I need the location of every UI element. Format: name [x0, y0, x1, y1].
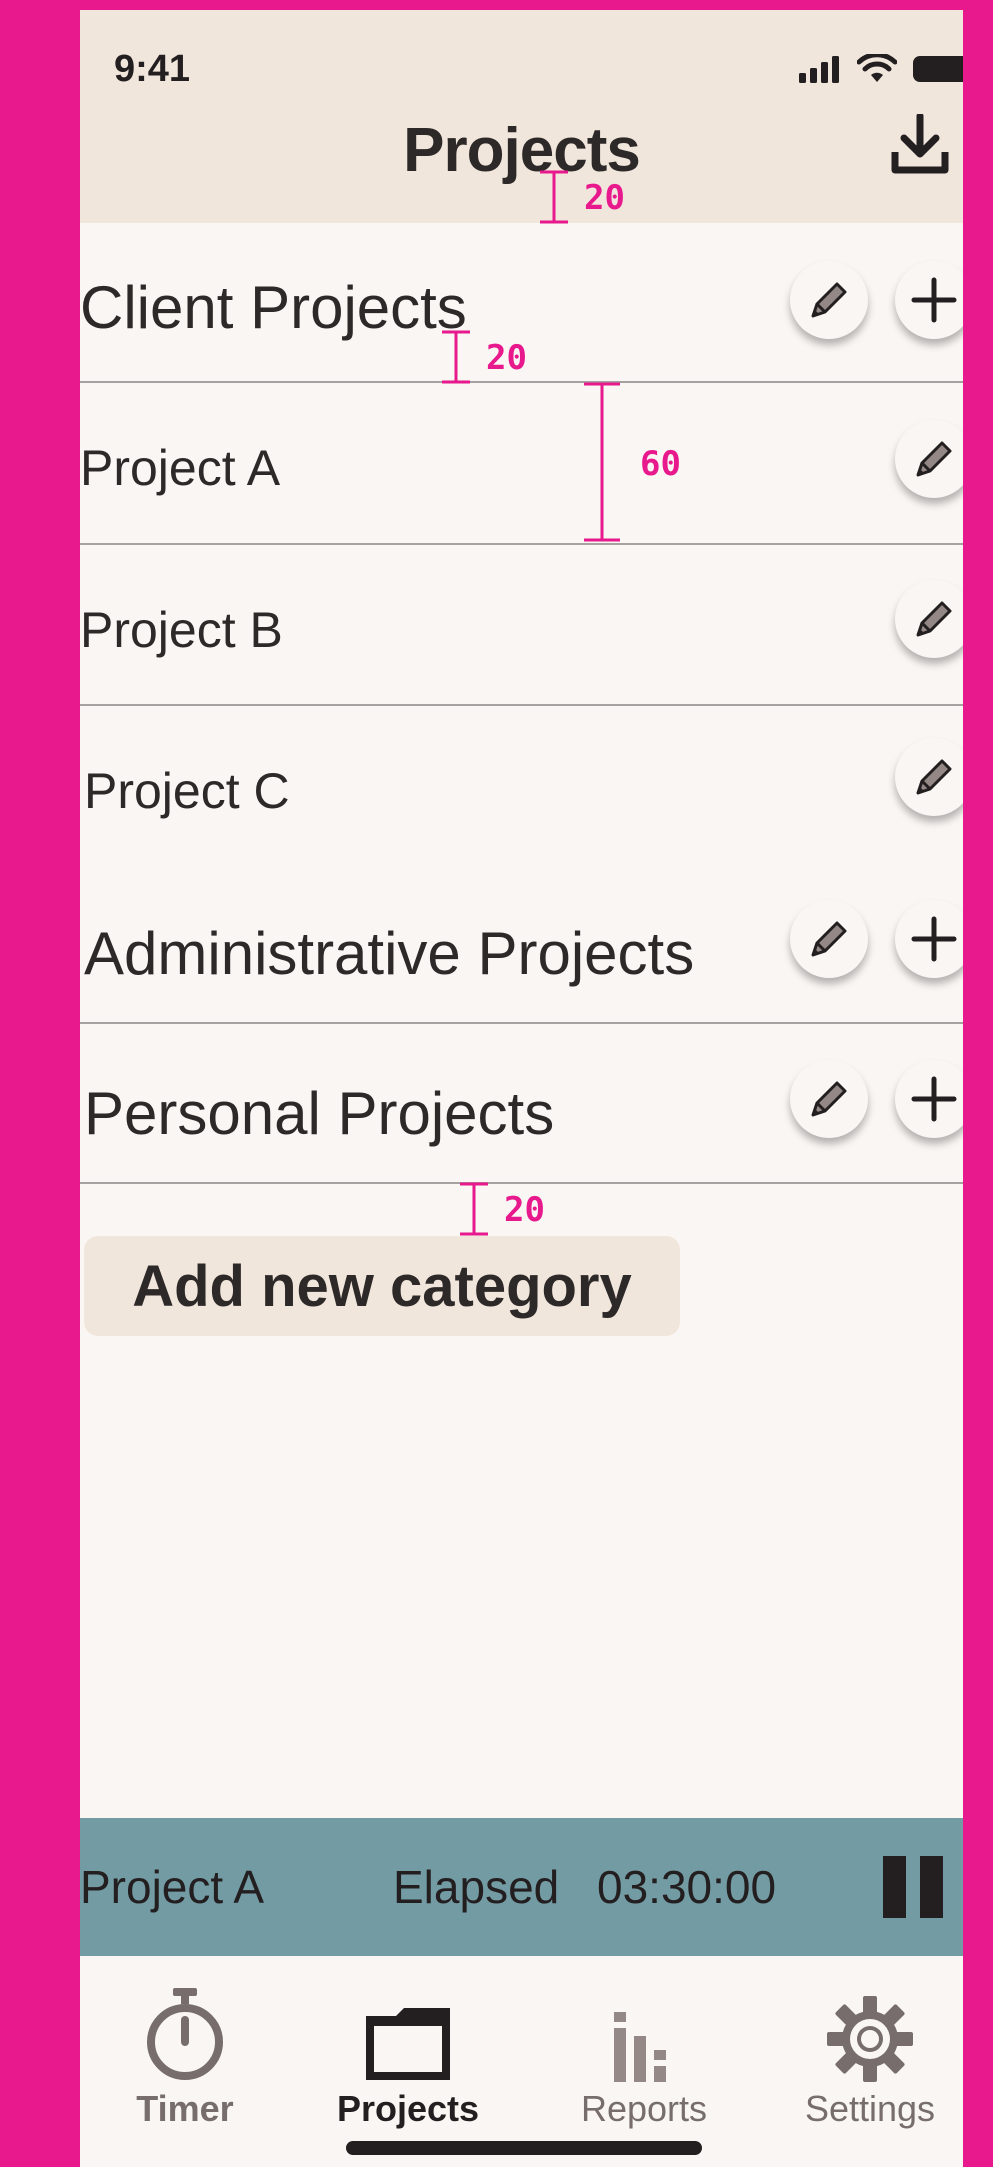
edit-project-button[interactable] [895, 738, 963, 816]
spacing-marker [460, 1182, 488, 1236]
pencil-icon [811, 921, 847, 957]
divider [80, 1182, 963, 1184]
category-label: Administrative Projects [84, 920, 695, 987]
plus-icon [911, 916, 957, 962]
spacing-label: 20 [584, 178, 625, 218]
page-title: Projects [403, 116, 641, 185]
pencil-icon [916, 759, 952, 795]
project-row[interactable]: Project A [80, 383, 963, 543]
add-category-button[interactable]: Add new category [84, 1236, 680, 1336]
spacing-label: 20 [486, 338, 527, 378]
home-indicator[interactable] [346, 2141, 702, 2155]
edit-project-button[interactable] [895, 420, 963, 498]
download-button[interactable] [891, 112, 949, 181]
spacing-label: 60 [640, 444, 681, 484]
status-time: 9:41 [114, 48, 191, 90]
category-label: Client Projects [80, 274, 467, 341]
running-timer-bar[interactable]: Project A Elapsed 03:30:00 [80, 1818, 963, 1956]
pencil-icon [916, 601, 952, 637]
pencil-icon [811, 1081, 847, 1117]
tab-label: Reports [580, 2088, 708, 2129]
battery-icon [913, 56, 963, 82]
edit-category-button[interactable] [790, 900, 868, 978]
add-project-button[interactable] [895, 1060, 963, 1138]
tab-timer[interactable]: Timer [85, 1976, 285, 2130]
project-label: Project B [80, 602, 283, 658]
header: 9:41 Projects [80, 10, 963, 223]
tab-label: Projects [336, 2088, 480, 2129]
project-row[interactable]: Project C [80, 706, 963, 866]
elapsed-time: 03:30:00 [597, 1861, 777, 1913]
tab-label: Timer [136, 2088, 234, 2129]
project-row[interactable]: Project B [80, 545, 963, 705]
pencil-icon [916, 441, 952, 477]
status-icons [799, 54, 963, 84]
folder-icon [366, 2008, 450, 2080]
plus-icon [911, 1076, 957, 1122]
add-project-button[interactable] [895, 261, 963, 339]
signal-icon [799, 56, 839, 83]
download-icon [891, 112, 949, 174]
spacing-label: 20 [504, 1190, 545, 1230]
spacing-marker [540, 170, 568, 224]
category-label: Personal Projects [84, 1080, 555, 1147]
stopwatch-icon [147, 1988, 223, 2080]
plus-icon [911, 277, 957, 323]
pencil-icon [811, 282, 847, 318]
elapsed-label: Elapsed [393, 1861, 560, 1913]
edit-category-button[interactable] [790, 1060, 868, 1138]
pause-icon [883, 1856, 906, 1918]
spacing-marker [442, 330, 470, 384]
project-label: Project A [80, 440, 281, 496]
edit-project-button[interactable] [895, 580, 963, 658]
tab-settings[interactable]: Settings [770, 1976, 963, 2130]
tab-reports[interactable]: Reports [544, 1976, 744, 2130]
tab-bar: Timer Projects Reports Settings [80, 1956, 963, 2167]
tab-projects[interactable]: Projects [308, 1976, 508, 2130]
pause-button[interactable] [883, 1856, 943, 1918]
add-project-button[interactable] [895, 900, 963, 978]
spacing-marker [584, 382, 620, 542]
gear-icon [827, 1996, 913, 2082]
bar-chart-icon [614, 2012, 666, 2082]
project-label: Project C [84, 763, 290, 819]
edit-category-button[interactable] [790, 261, 868, 339]
phone-screen: 9:41 Projects 20 Client Projects 20 Proj… [80, 10, 963, 2167]
wifi-icon [857, 54, 897, 82]
tab-label: Settings [804, 2088, 936, 2129]
timer-project-name: Project A [80, 1861, 265, 1913]
